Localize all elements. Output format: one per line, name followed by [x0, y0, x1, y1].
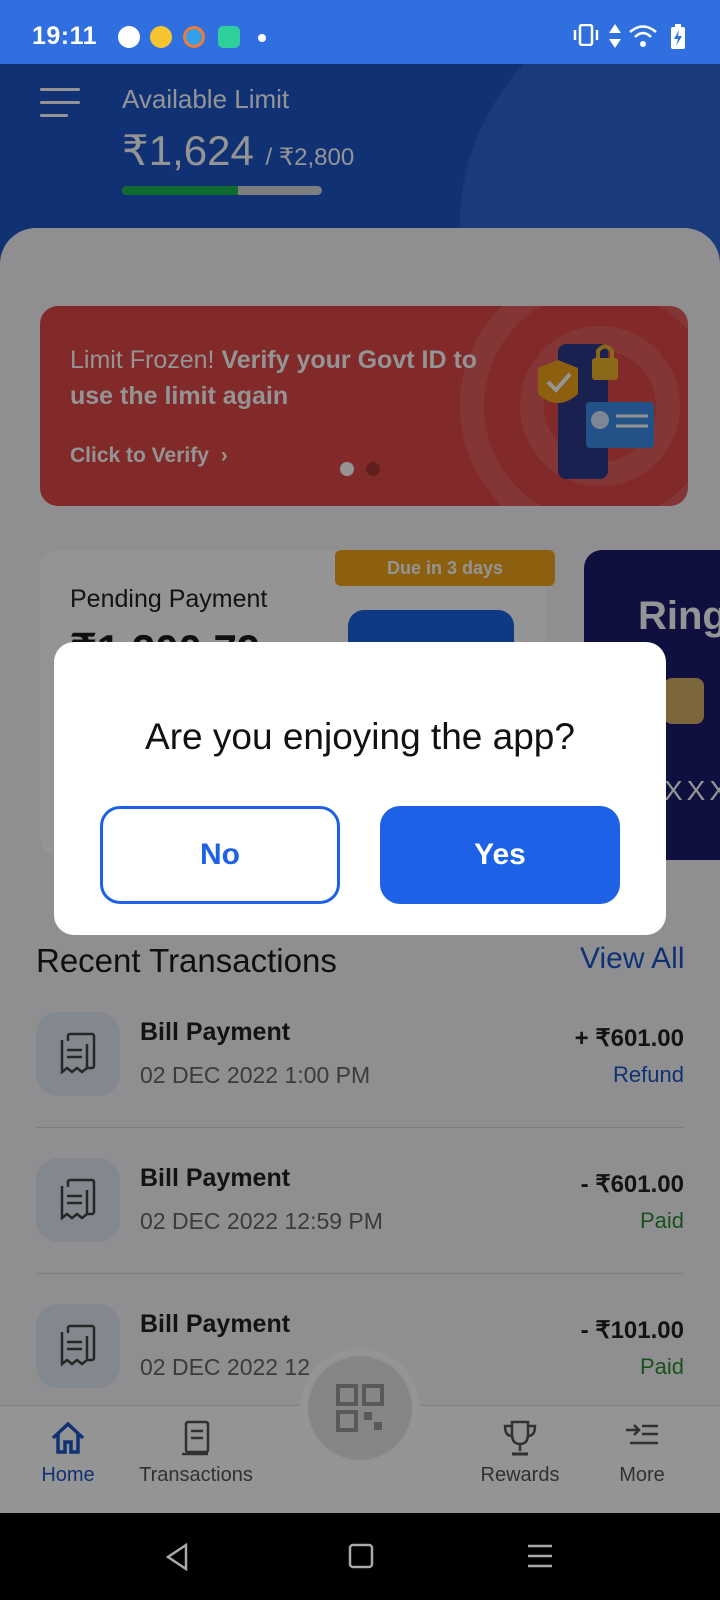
- status-bar: 19:11: [0, 0, 720, 64]
- system-navigation-bar: [0, 1513, 720, 1600]
- battery-charging-icon: [670, 24, 686, 56]
- app-icon-1: [118, 26, 140, 48]
- status-time: 19:11: [32, 22, 98, 50]
- rating-dialog: Are you enjoying the app? No Yes: [54, 642, 666, 935]
- recents-icon[interactable]: [526, 1543, 554, 1569]
- dot-icon: [258, 34, 266, 42]
- vibrate-icon: [572, 23, 600, 52]
- emoji-icon: [150, 26, 172, 48]
- home-square-icon[interactable]: [348, 1543, 374, 1569]
- dialog-question: Are you enjoying the app?: [145, 716, 575, 757]
- cat-icon: [218, 26, 240, 48]
- wifi-icon: [628, 24, 658, 54]
- browser-icon: [183, 26, 205, 48]
- back-icon[interactable]: [164, 1543, 190, 1571]
- yes-button[interactable]: Yes: [380, 806, 620, 904]
- no-button[interactable]: No: [100, 806, 340, 904]
- data-arrows-icon: [608, 24, 622, 54]
